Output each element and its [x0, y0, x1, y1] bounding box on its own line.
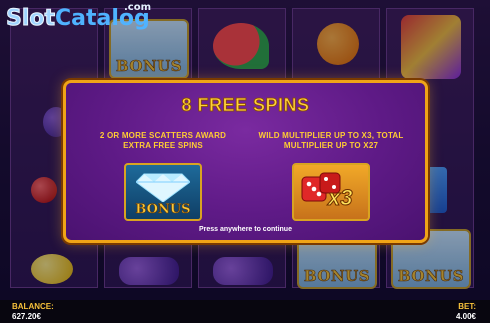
watermark-domain: .com: [124, 2, 152, 13]
bet-value: 4.00€: [455, 312, 476, 321]
popup-title: 8 FREE SPINS: [181, 95, 310, 116]
slotcatalog-watermark: SlotCatalog .com: [5, 2, 151, 32]
press-to-continue-hint: Press anywhere to continue: [199, 226, 292, 233]
slot-game-screen: BONUS BONUS BONUS SlotCatalog .com 8 FRE…: [0, 0, 490, 323]
balance-label: BALANCE:: [12, 302, 54, 311]
balance-value: 627.20€: [12, 312, 41, 321]
multiplier-text-line1: WILD MULTIPLIER UP TO X3, TOTAL: [258, 131, 404, 140]
bonus-scatter-tile: BONUS: [124, 163, 202, 221]
scatter-text-line2: EXTRA FREE SPINS: [123, 141, 203, 150]
wild-multiplier-tile: x3: [292, 163, 370, 221]
watermark-slot: Slot: [5, 6, 56, 32]
bonus-tile-label: BONUS: [135, 202, 191, 218]
multiplier-feature-text: WILD MULTIPLIER UP TO X3, TOTAL MULTIPLI…: [250, 131, 412, 151]
x3-multiplier-label: x3: [327, 185, 353, 211]
multiplier-text-line2: MULTIPLIER UP TO X27: [283, 141, 379, 150]
bet-label: BET:: [458, 302, 476, 311]
status-bar: BALANCE: 627.20€ BET: 4.00€: [0, 300, 490, 323]
scatter-text-line1: 2 OR MORE SCATTERS AWARD: [99, 131, 227, 140]
free-spins-popup[interactable]: 8 FREE SPINS 2 OR MORE SCATTERS AWARD EX…: [63, 80, 428, 243]
scatter-feature-text: 2 OR MORE SCATTERS AWARD EXTRA FREE SPIN…: [82, 131, 244, 151]
diamond-icon: [136, 173, 190, 202]
